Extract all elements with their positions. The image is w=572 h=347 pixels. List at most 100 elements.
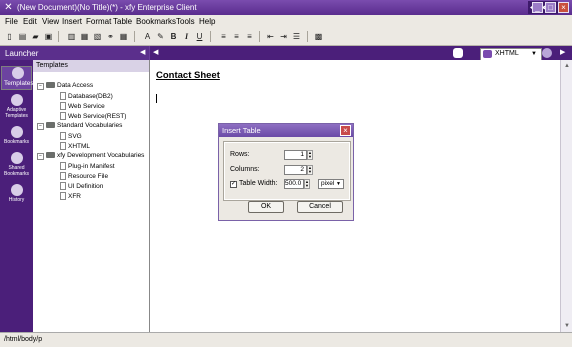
document-editor[interactable]: Contact Sheet	[150, 60, 560, 332]
menu-view[interactable]: View	[42, 17, 59, 27]
zoom-icon[interactable]	[542, 48, 552, 58]
expand-launcher-icon[interactable]: ◀	[153, 48, 158, 56]
document-icon	[60, 182, 66, 190]
document-icon	[60, 142, 66, 150]
properties-icon[interactable]: ▩	[313, 31, 324, 42]
menu-edit[interactable]: Edit	[23, 17, 37, 27]
menu-tools[interactable]: Tools	[176, 17, 195, 27]
folder-icon	[46, 122, 55, 128]
tree-item-web-service[interactable]: Web Service	[60, 102, 105, 111]
open-icon[interactable]: ▰	[30, 31, 41, 42]
table-width-field[interactable]: 500.0	[284, 179, 304, 189]
window-title: (New Document)(No Title)(*) - xfy Enterp…	[17, 3, 197, 12]
save-icon[interactable]: ▣	[43, 31, 54, 42]
templates-panel-header: Templates	[33, 60, 149, 72]
menu-table[interactable]: Table	[113, 17, 132, 27]
tree-item-xfr[interactable]: XFR	[60, 192, 81, 201]
minimize-button[interactable]: _	[532, 2, 543, 13]
rows-label: Rows:	[230, 151, 250, 158]
element-path: /html/body/p	[4, 336, 43, 343]
rows-stepper[interactable]: ▲ ▼	[307, 150, 313, 160]
editor-menu-icon[interactable]: ▶	[560, 48, 565, 56]
new-document-icon[interactable]: ▯	[4, 31, 15, 42]
table-width-checkbox[interactable]: ✓	[230, 181, 237, 188]
cut-icon[interactable]: ▥	[66, 31, 77, 42]
text-cursor	[156, 94, 157, 103]
rail-history[interactable]: History	[1, 184, 32, 206]
copy-icon[interactable]: ▦	[79, 31, 90, 42]
dialog-close-button[interactable]: ×	[340, 125, 351, 136]
tree-folder-standard-vocabularies[interactable]: − Standard Vocabularies	[37, 122, 122, 130]
align-right-icon[interactable]: ≡	[244, 31, 255, 42]
tree-item-resource-file[interactable]: Resource File	[60, 172, 108, 181]
collapse-icon[interactable]: −	[37, 123, 44, 130]
cancel-button[interactable]: Cancel	[297, 201, 343, 213]
list-icon[interactable]: ☰	[291, 31, 302, 42]
rail-shared-bookmarks[interactable]: Shared Bookmarks	[1, 152, 32, 180]
indent-icon[interactable]: ⇥	[278, 31, 289, 42]
menu-format[interactable]: Format	[86, 17, 111, 27]
columns-label: Columns:	[230, 166, 260, 173]
new-template-icon[interactable]: ▤	[17, 31, 28, 42]
launcher-rail: Templates Adaptive Templates Bookmarks S…	[0, 60, 34, 332]
tree-item-ui-definition[interactable]: UI Definition	[60, 182, 103, 191]
rail-adaptive-templates[interactable]: Adaptive Templates	[1, 94, 32, 122]
menu-file[interactable]: File	[5, 17, 18, 27]
folder-icon	[46, 82, 55, 88]
document-icon	[60, 162, 66, 170]
templates-panel: Templates − Data Access Database(DB2) Web…	[33, 60, 150, 332]
bookmarks-icon	[10, 126, 23, 138]
tree-item-database-db2[interactable]: Database(DB2)	[60, 92, 113, 101]
document-heading[interactable]: Contact Sheet	[156, 70, 220, 82]
rail-templates[interactable]: Templates	[1, 66, 34, 90]
tree-item-svg[interactable]: SVG	[60, 132, 82, 141]
columns-stepper[interactable]: ▲ ▼	[307, 165, 313, 175]
menu-help[interactable]: Help	[199, 17, 215, 27]
document-icon	[60, 102, 66, 110]
tree-item-plug-in-manifest[interactable]: Plug-in Manifest	[60, 162, 115, 171]
ok-button[interactable]: OK	[248, 201, 284, 213]
launcher-header: Launcher ◀	[0, 46, 149, 60]
title-bar: ✕ (New Document)(No Title)(*) - xfy Ente…	[0, 0, 572, 15]
menu-bookmarks[interactable]: Bookmarks	[136, 17, 176, 27]
status-bar: /html/body/p	[0, 332, 572, 347]
link-icon[interactable]: ⚭	[105, 31, 116, 42]
rail-bookmarks[interactable]: Bookmarks	[1, 126, 32, 148]
tree-item-web-service-rest[interactable]: Web Service(REST)	[60, 112, 126, 121]
outdent-icon[interactable]: ⇤	[265, 31, 276, 42]
app-icon: ✕	[4, 2, 13, 13]
document-icon	[60, 132, 66, 140]
maximize-button[interactable]: □	[545, 2, 556, 13]
tree-folder-data-access[interactable]: − Data Access	[37, 82, 93, 90]
scroll-up-icon[interactable]: ▲	[563, 62, 571, 70]
collapse-icon[interactable]: −	[37, 83, 44, 90]
rows-field[interactable]: 1	[284, 150, 307, 160]
tree-item-xhtml[interactable]: XHTML	[60, 142, 90, 151]
italic-icon[interactable]: I	[181, 31, 192, 42]
unit-select[interactable]: pixel ▼	[318, 179, 344, 189]
columns-field[interactable]: 2	[284, 165, 307, 175]
bold-icon[interactable]: B	[168, 31, 179, 42]
dialog-title-bar: Insert Table ×	[219, 124, 353, 137]
pen-icon[interactable]: ✎	[155, 31, 166, 42]
collapse-icon[interactable]: −	[37, 153, 44, 160]
launcher-title: Launcher	[5, 49, 39, 58]
table-icon[interactable]: ▦	[118, 31, 129, 42]
text-style-icon[interactable]: A	[142, 31, 153, 42]
underline-icon[interactable]: U	[194, 31, 205, 42]
chevron-down-icon: ▼	[531, 51, 537, 57]
paste-icon[interactable]: ▧	[92, 31, 103, 42]
table-width-stepper[interactable]: ▲ ▼	[304, 179, 310, 189]
chevron-down-icon: ▼	[336, 181, 341, 187]
align-center-icon[interactable]: ≡	[231, 31, 242, 42]
toolbar: ▯ ▤ ▰ ▣ ▥ ▦ ▧ ⚭ ▦ A ✎ B I U ≡ ≡ ≡ ⇤ ⇥ ☰ …	[0, 28, 572, 46]
scroll-down-icon[interactable]: ▼	[563, 322, 571, 330]
close-button[interactable]: ×	[558, 2, 569, 13]
menu-bar: File Edit View Insert Format Table Bookm…	[0, 15, 572, 28]
document-icon	[60, 112, 66, 120]
tree-folder-xfy-development-vocabularies[interactable]: − xfy Development Vocabularies	[37, 152, 144, 160]
align-left-icon[interactable]: ≡	[218, 31, 229, 42]
vertical-scrollbar[interactable]: ▲ ▼	[560, 60, 572, 332]
collapse-launcher-icon[interactable]: ◀	[140, 48, 145, 57]
menu-insert[interactable]: Insert	[62, 17, 82, 27]
